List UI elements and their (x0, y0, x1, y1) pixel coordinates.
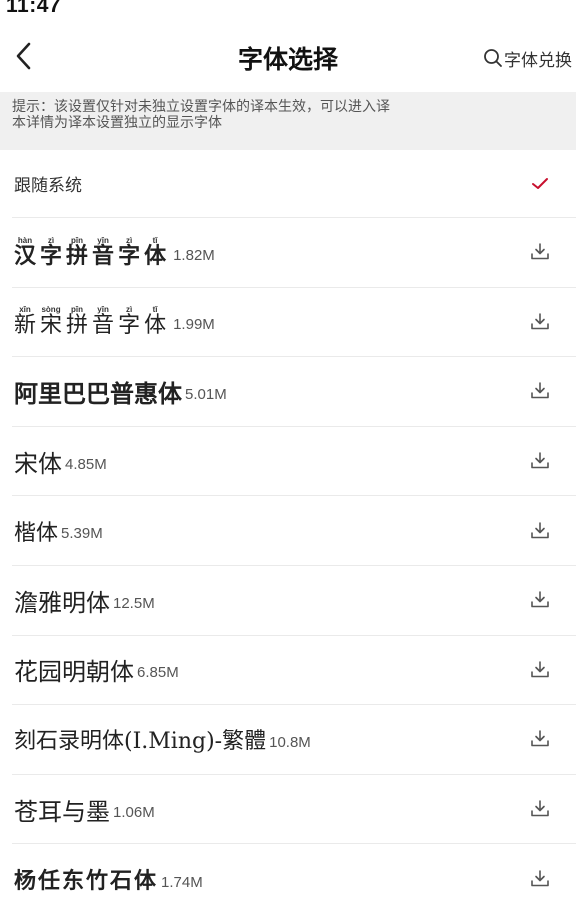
font-file-size: 6.85M (137, 664, 179, 682)
download-icon (531, 382, 549, 399)
font-name: 苍耳与墨 (14, 797, 110, 826)
search-icon (484, 49, 502, 67)
font-redeem-label: 字体兑换 (504, 50, 572, 71)
download-button[interactable] (526, 636, 554, 705)
font-name-preview: xīn 新 sòng 宋 pīn 拼 yīn 音 zì 字 tǐ 体 (14, 305, 167, 339)
font-option-label: 跟随系统 (14, 176, 82, 196)
download-icon (531, 800, 549, 817)
font-file-size: 1.74M (161, 873, 203, 891)
download-icon (531, 870, 549, 887)
font-file-size: 5.01M (185, 385, 227, 403)
font-name-preview: hàn 汉 zì 字 pīn 拼 yīn 音 zì 字 tǐ 体 (14, 235, 167, 269)
font-file-size: 1.82M (173, 246, 215, 264)
status-time: 11:47 (6, 0, 62, 17)
font-option-yangrendong-zhushi[interactable]: 杨任东竹石体 1.74M (12, 844, 576, 914)
download-icon (531, 313, 549, 330)
download-icon (531, 591, 549, 608)
download-button[interactable] (526, 566, 554, 635)
font-list: 跟随系统 hàn 汉 zì 字 pīn 拼 yīn 音 zì 字 tǐ 体 1.82M (0, 150, 576, 914)
download-icon (531, 730, 549, 747)
download-button[interactable] (526, 496, 554, 565)
font-file-size: 12.5M (113, 594, 155, 612)
status-bar: 11:47 (0, 0, 576, 22)
tip-banner: 提示：该设置仅针对未独立设置字体的译本生效，可以进入译 本详情为译本设置独立的显… (0, 92, 576, 150)
font-name: 阿里巴巴普惠体 (14, 379, 182, 408)
font-option-hanzi-pinyin[interactable]: hàn 汉 zì 字 pīn 拼 yīn 音 zì 字 tǐ 体 1.82M (12, 218, 576, 288)
font-file-size: 10.8M (269, 733, 311, 751)
font-file-size: 1.06M (113, 803, 155, 821)
font-name: 宋体 (14, 449, 62, 478)
font-file-size: 4.85M (65, 455, 107, 473)
font-option-iming[interactable]: 刻石录明体(I.Ming)-繁體 10.8M (12, 705, 576, 775)
font-name: 花园明朝体 (14, 658, 134, 687)
font-option-canger-yumo[interactable]: 苍耳与墨 1.06M (12, 775, 576, 845)
download-button[interactable] (526, 218, 554, 287)
nav-bar: 字体选择 字体兑换 (0, 22, 576, 92)
download-button[interactable] (526, 844, 554, 914)
download-button[interactable] (526, 705, 554, 774)
font-option-xinsong-pinyin[interactable]: xīn 新 sòng 宋 pīn 拼 yīn 音 zì 字 tǐ 体 1.99M (12, 288, 576, 358)
font-name: 刻石录明体(I.Ming)-繁體 (14, 729, 267, 755)
download-button[interactable] (526, 427, 554, 496)
download-icon (531, 521, 549, 538)
font-file-size: 5.39M (61, 525, 103, 543)
font-option-huayuan-mincho[interactable]: 花园明朝体 6.85M (12, 636, 576, 706)
tip-text-line-1: 提示：该设置仅针对未独立设置字体的译本生效，可以进入译 (12, 99, 390, 115)
download-button[interactable] (526, 357, 554, 426)
download-icon (531, 661, 549, 678)
font-file-size: 1.99M (173, 316, 215, 334)
tip-text-line-2: 本详情为译本设置独立的显示字体 (12, 115, 222, 131)
font-option-kaiti[interactable]: 楷体 5.39M (12, 496, 576, 566)
font-option-alibaba-puhui[interactable]: 阿里巴巴普惠体 5.01M (12, 357, 576, 427)
font-option-system[interactable]: 跟随系统 (12, 150, 576, 218)
download-button[interactable] (526, 775, 554, 844)
download-button[interactable] (526, 288, 554, 357)
download-icon (531, 452, 549, 469)
font-redeem-button[interactable]: 字体兑换 (482, 44, 572, 72)
font-name: 杨任东竹石体 (14, 869, 159, 895)
font-name: 楷体 (14, 520, 59, 546)
font-option-songti[interactable]: 宋体 4.85M (12, 427, 576, 497)
checkmark-icon (532, 177, 548, 189)
download-icon (531, 243, 549, 260)
font-option-danya-ming[interactable]: 澹雅明体 12.5M (12, 566, 576, 636)
font-name: 澹雅明体 (14, 588, 110, 617)
